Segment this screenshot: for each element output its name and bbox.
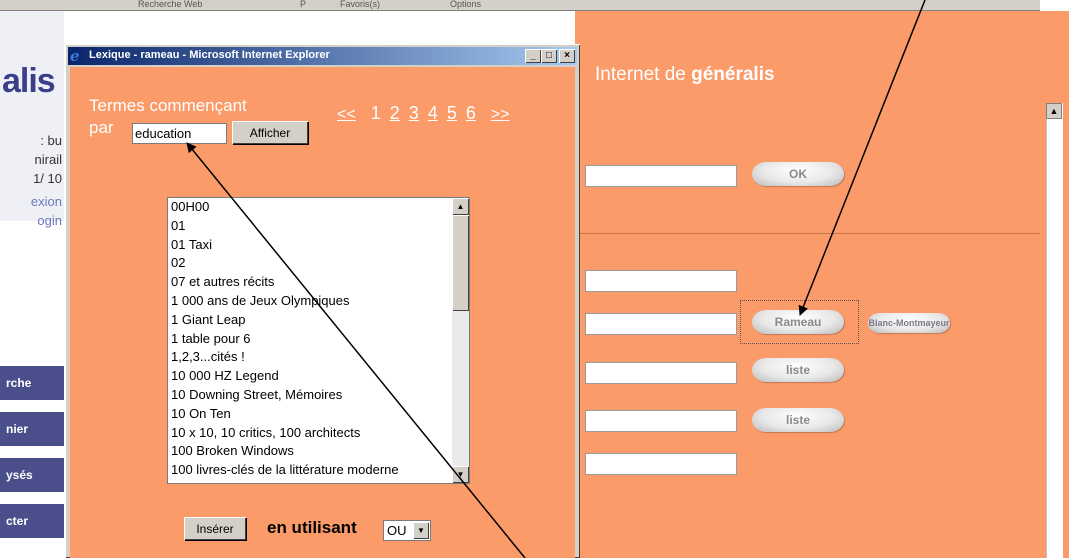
toolbar-item-p[interactable]: P xyxy=(300,0,306,9)
search-field-1[interactable] xyxy=(585,270,737,292)
nav-analyses[interactable]: ysés xyxy=(0,458,64,492)
blanc-montmayeur-button[interactable]: Blanc-Montmayeur xyxy=(868,313,950,333)
listbox-scrollbar[interactable]: ▲ ▼ xyxy=(452,198,469,483)
liste-button-1[interactable]: liste xyxy=(752,358,844,382)
list-item[interactable]: 10 000 HZ Legend xyxy=(171,367,451,386)
maximize-icon[interactable]: □ xyxy=(541,49,557,63)
terms-label-line1: Termes commençant xyxy=(89,96,247,115)
left-link-login[interactable]: ogin xyxy=(0,213,62,229)
page-heading-prefix: Internet de xyxy=(595,64,692,85)
divider xyxy=(575,233,1040,234)
page-heading-brand: généralis xyxy=(691,64,775,85)
left-frame-header xyxy=(0,11,64,221)
search-field-4[interactable] xyxy=(585,410,737,432)
operator-select[interactable]: OU ▼ xyxy=(383,520,431,541)
nav-panier[interactable]: nier xyxy=(0,412,64,446)
popup-titlebar[interactable]: e Lexique - rameau - Microsoft Internet … xyxy=(68,47,577,65)
pager-page-2[interactable]: 2 xyxy=(390,103,400,123)
scroll-up-icon[interactable]: ▲ xyxy=(1046,103,1062,119)
lexique-popup-window: e Lexique - rameau - Microsoft Internet … xyxy=(65,44,580,558)
search-field-subject[interactable] xyxy=(585,313,737,335)
dropdown-arrow-icon[interactable]: ▼ xyxy=(413,522,429,539)
search-field-5[interactable] xyxy=(585,453,737,475)
pager-next[interactable]: >> xyxy=(491,106,510,123)
pager-page-4[interactable]: 4 xyxy=(428,103,438,123)
pager-current: 1 xyxy=(370,103,381,123)
using-label: en utilisant xyxy=(267,518,357,537)
search-input[interactable] xyxy=(132,123,227,144)
pager-page-6[interactable]: 6 xyxy=(466,103,476,123)
list-item[interactable]: 1 000 ans de Jeux Olympiques xyxy=(171,292,451,311)
list-item[interactable]: 07 et autres récits xyxy=(171,273,451,292)
browser-toolbar: Recherche Web P Favoris(s) Options xyxy=(0,0,1040,11)
list-item[interactable]: 10 x 10, 10 critics, 100 architects xyxy=(171,424,451,443)
toolbar-item-favorites[interactable]: Favoris(s) xyxy=(340,0,380,9)
list-item[interactable]: 01 xyxy=(171,217,451,236)
toolbar-item-search[interactable]: Recherche Web xyxy=(138,0,202,9)
scroll-down-icon[interactable]: ▼ xyxy=(452,466,469,483)
terms-list: 00H00 01 01 Taxi 02 07 et autres récits 1 000… xyxy=(171,198,451,480)
nav-contacter[interactable]: cter xyxy=(0,504,64,538)
search-field-3[interactable] xyxy=(585,362,737,384)
list-item[interactable]: 00H00 xyxy=(171,198,451,217)
pagination: << 1 2 3 4 5 6 >> xyxy=(337,103,514,124)
popup-title: Lexique - rameau - Microsoft Internet Ex… xyxy=(89,49,330,61)
insert-button[interactable]: Insérer xyxy=(184,517,246,540)
main-scrollbar[interactable] xyxy=(1046,103,1063,558)
list-item[interactable]: 01 Taxi xyxy=(171,236,451,255)
left-text-bu: : bu xyxy=(40,133,62,148)
site-logo-fragment: alis xyxy=(2,62,56,100)
show-button[interactable]: Afficher xyxy=(232,121,308,144)
operator-value: OU xyxy=(387,523,407,538)
minimize-icon[interactable]: _ xyxy=(525,49,541,63)
terms-listbox[interactable]: 00H00 01 01 Taxi 02 07 et autres récits 1 000… xyxy=(167,197,470,484)
toolbar-item-options[interactable]: Options xyxy=(450,0,481,9)
list-item[interactable]: 100 Broken Windows xyxy=(171,442,451,461)
ok-button[interactable]: OK xyxy=(752,162,844,186)
scroll-up-icon[interactable]: ▲ xyxy=(452,198,469,215)
list-item[interactable]: 1 table pour 6 xyxy=(171,330,451,349)
list-item[interactable]: 10 Downing Street, Mémoires xyxy=(171,386,451,405)
list-item[interactable]: 02 xyxy=(171,254,451,273)
nav-recherche[interactable]: rche xyxy=(0,366,64,400)
pager-prev[interactable]: << xyxy=(337,106,356,123)
popup-content: Termes commençant par Afficher << 1 2 3 … xyxy=(70,67,575,558)
left-text-nirail: nirail xyxy=(34,152,62,167)
list-item[interactable]: 100 livres-clés de la littérature modern… xyxy=(171,461,451,480)
list-item[interactable]: 10 On Ten xyxy=(171,405,451,424)
list-item[interactable]: 1 Giant Leap xyxy=(171,311,451,330)
login-field[interactable] xyxy=(585,165,737,187)
page-heading: Internet de généralis xyxy=(595,64,775,86)
pager-page-5[interactable]: 5 xyxy=(447,103,457,123)
left-text-date: 1/ 10 xyxy=(33,171,62,186)
pager-page-3[interactable]: 3 xyxy=(409,103,419,123)
liste-button-2[interactable]: liste xyxy=(752,408,844,432)
close-icon[interactable]: × xyxy=(559,49,575,63)
left-link-connexion[interactable]: exion xyxy=(0,194,62,210)
ie-logo-icon: e xyxy=(70,47,80,65)
rameau-button[interactable]: Rameau xyxy=(752,310,844,334)
list-item[interactable]: 1,2,3...cités ! xyxy=(171,348,451,367)
scrollbar-thumb[interactable] xyxy=(452,215,469,311)
